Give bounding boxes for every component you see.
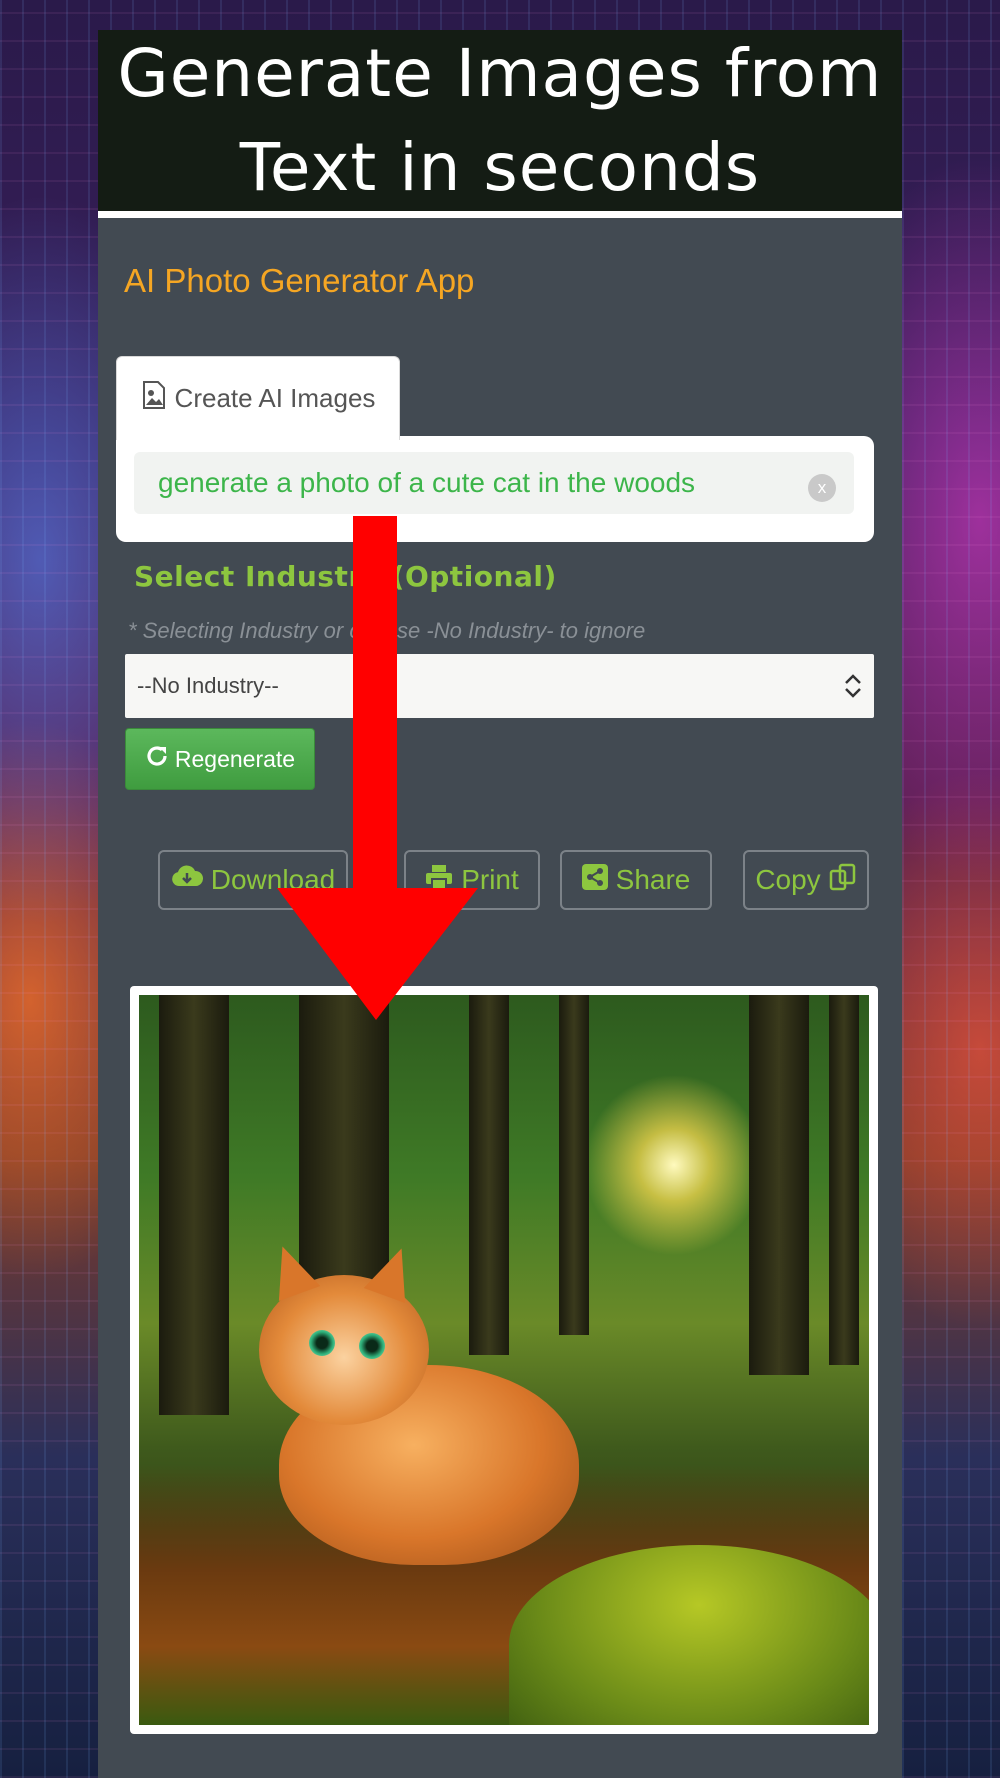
regenerate-label: Regenerate xyxy=(174,745,296,772)
cloud-download-icon xyxy=(171,864,203,897)
prompt-input[interactable]: generate a photo of a cute cat in the wo… xyxy=(134,452,854,514)
prompt-text: generate a photo of a cute cat in the wo… xyxy=(158,467,696,498)
clear-prompt-button[interactable]: x xyxy=(808,474,836,502)
copy-button[interactable]: Copy xyxy=(743,850,869,910)
chevron-updown-icon xyxy=(842,672,864,700)
app-title: AI Photo Generator App xyxy=(124,262,475,299)
tree-trunk xyxy=(829,995,859,1365)
print-button[interactable]: Print xyxy=(404,850,540,910)
image-file-icon xyxy=(141,381,167,416)
share-label: Share xyxy=(615,864,691,895)
industry-hint: * Selecting Industry or choose -No Indus… xyxy=(128,618,646,643)
cat-eye xyxy=(309,1330,335,1356)
copy-icon xyxy=(829,863,857,898)
prompt-panel: generate a photo of a cute cat in the wo… xyxy=(116,436,874,542)
printer-icon xyxy=(425,864,453,897)
tab-create-ai-images[interactable]: Create AI Images xyxy=(116,356,400,440)
industry-select[interactable]: --No Industry-- xyxy=(125,654,874,718)
download-button[interactable]: Download xyxy=(158,850,348,910)
share-icon xyxy=(581,863,608,897)
tree-trunk xyxy=(749,995,809,1375)
tree-trunk xyxy=(469,995,509,1355)
industry-label: Select Industry (Optional) xyxy=(134,560,557,593)
tree-trunk xyxy=(159,995,229,1415)
generated-cat-image[interactable] xyxy=(139,995,869,1725)
page-header: Generate Images from Text in seconds xyxy=(98,30,902,218)
regenerate-button[interactable]: Regenerate xyxy=(125,728,315,790)
tab-label: Create AI Images xyxy=(174,383,376,413)
app-panel: Generate Images from Text in seconds AI … xyxy=(98,30,902,1778)
download-label: Download xyxy=(210,864,336,895)
refresh-icon xyxy=(145,744,169,774)
cat-eye xyxy=(359,1333,385,1359)
industry-selected-value: --No Industry-- xyxy=(137,673,279,698)
cat-head xyxy=(259,1238,429,1425)
generated-image-frame xyxy=(130,986,878,1734)
share-button[interactable]: Share xyxy=(560,850,712,910)
print-label: Print xyxy=(461,864,519,895)
copy-label: Copy xyxy=(755,864,821,895)
tree-trunk xyxy=(559,995,589,1335)
page-title: Generate Images from Text in seconds xyxy=(117,34,883,206)
